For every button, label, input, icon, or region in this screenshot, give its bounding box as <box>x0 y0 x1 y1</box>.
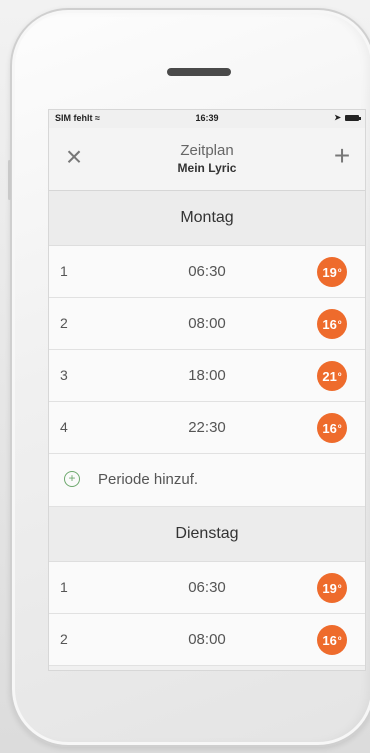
temperature-badge[interactable]: 19 o <box>317 257 347 287</box>
degree-icon: o <box>337 320 342 326</box>
period-row[interactable]: 3 18:00 21 o <box>49 350 365 402</box>
temperature-badge[interactable]: 16 o <box>317 413 347 443</box>
degree-icon: o <box>337 584 342 590</box>
temperature-value: 16 <box>322 316 337 332</box>
nav-title: Zeitplan Mein Lyric <box>49 142 365 175</box>
degree-icon: o <box>337 636 342 642</box>
plus-icon[interactable]: + <box>331 142 353 170</box>
add-period-button[interactable]: + Periode hinzuf. <box>49 454 365 507</box>
day-header-montag: Montag <box>49 191 365 246</box>
navigation-bar: × Zeitplan Mein Lyric + <box>49 128 365 191</box>
screen: SIM fehlt ≈ 16:39 ➤ × Zeitplan Mein Lyri… <box>48 109 366 671</box>
period-row[interactable]: 1 06:30 19 o <box>49 246 365 298</box>
period-row[interactable]: 2 08:00 16 o <box>49 298 365 350</box>
temperature-value: 16 <box>322 420 337 436</box>
period-row[interactable]: 2 08:00 16 o <box>49 614 365 666</box>
degree-icon: o <box>337 372 342 378</box>
temperature-value: 21 <box>322 368 337 384</box>
temperature-badge[interactable]: 19 o <box>317 573 347 603</box>
phone-frame: SIM fehlt ≈ 16:39 ➤ × Zeitplan Mein Lyri… <box>8 8 370 747</box>
temperature-badge[interactable]: 21 o <box>317 361 347 391</box>
status-time: 16:39 <box>195 113 219 123</box>
degree-icon: o <box>337 268 342 274</box>
volume-button <box>8 160 11 200</box>
battery-icon <box>345 114 361 121</box>
day-header-dienstag: Dienstag <box>49 507 365 562</box>
location-icon: ➤ <box>334 113 341 122</box>
status-right: ➤ <box>334 113 361 122</box>
speaker-grill <box>167 68 231 76</box>
home-area <box>12 670 370 745</box>
temperature-badge[interactable]: 16 o <box>317 309 347 339</box>
add-period-label: Periode hinzuf. <box>98 471 199 488</box>
temperature-value: 19 <box>322 580 337 596</box>
page-subtitle: Mein Lyric <box>177 161 237 175</box>
page-title: Zeitplan <box>180 142 234 159</box>
add-circle-icon: + <box>64 471 80 487</box>
temperature-value: 19 <box>322 264 337 280</box>
temperature-value: 16 <box>322 632 337 648</box>
period-row[interactable]: 1 06:30 19 o <box>49 562 365 614</box>
status-bar: SIM fehlt ≈ 16:39 ➤ <box>49 110 365 128</box>
degree-icon: o <box>337 424 342 430</box>
period-row[interactable]: 4 22:30 16 o <box>49 402 365 454</box>
temperature-badge[interactable]: 16 o <box>317 625 347 655</box>
